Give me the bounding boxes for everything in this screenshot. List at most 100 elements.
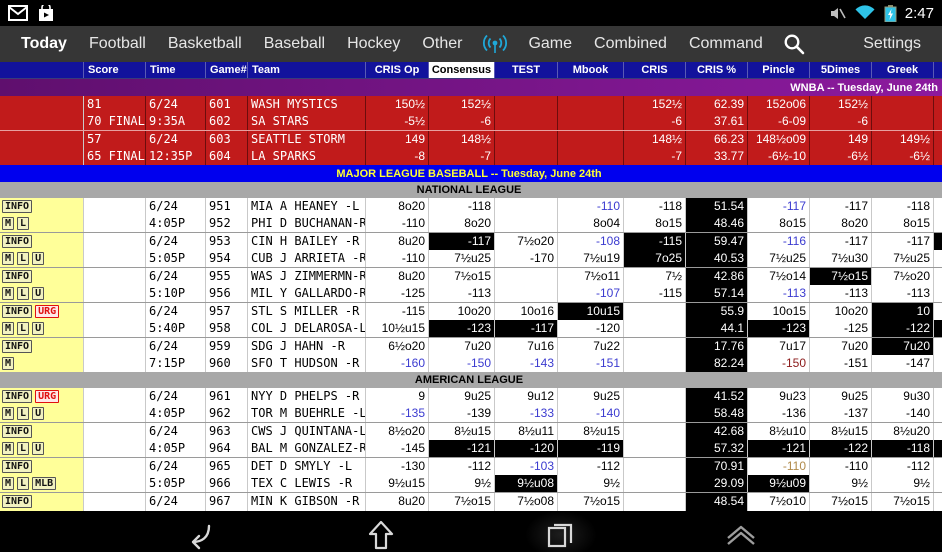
badge-l[interactable]: L	[17, 287, 29, 300]
cell-team[interactable]: SEATTLE STORMLA SPARKS	[248, 131, 366, 165]
badge-u[interactable]: U	[32, 442, 44, 455]
table-row[interactable]: INFOM6/247:15P959960SDG J HAHN -RSFO T H…	[0, 337, 942, 372]
cell-mbook[interactable]: 8½u15-119	[558, 423, 624, 457]
cell-crispct[interactable]: 48.5451.46	[686, 493, 748, 511]
cell-pincle[interactable]: 9u23-136	[748, 388, 810, 422]
cell-greek[interactable]: 149½-6½	[872, 131, 934, 165]
cell-fivedimes[interactable]: 10o20-125	[810, 303, 872, 337]
cell-time[interactable]: 6/244:05P	[146, 423, 206, 457]
cell-greek[interactable]: 7½o20-113	[872, 268, 934, 302]
cell-cris[interactable]: -1157o25	[624, 233, 686, 267]
cell-consensus[interactable]: -1177½u25	[429, 233, 495, 267]
cell-cris[interactable]: 152½-6	[624, 96, 686, 130]
cell-greek[interactable]	[872, 96, 934, 130]
cell-consensus[interactable]: 152½-6	[429, 96, 495, 130]
row-info-cell[interactable]	[0, 131, 84, 165]
table-row[interactable]: INFOML6/244:05P951952MIA A HEANEY -LPHI …	[0, 198, 942, 232]
cell-crispct[interactable]: 66.2333.77	[686, 131, 748, 165]
badge-m[interactable]: M	[2, 357, 14, 370]
cell-pincle[interactable]: -1167½u25	[748, 233, 810, 267]
badge-m[interactable]: M	[2, 477, 14, 490]
cell-crisop[interactable]: 8o20-110	[366, 198, 429, 232]
cell-test[interactable]: 7½o20-170	[495, 233, 558, 267]
cell-mbook[interactable]: 9u25-140	[558, 388, 624, 422]
table-row[interactable]: INFOURGMLU 6/244:05P961962NYY D PHELPS -R…	[0, 388, 942, 422]
cell-time[interactable]: 6/245:05P	[146, 458, 206, 492]
badge-info[interactable]: INFO	[2, 460, 32, 473]
cell-team[interactable]: MIN K GIBSON -RLAA C WILSON -L	[248, 493, 366, 511]
cell-score[interactable]	[84, 268, 146, 302]
search-icon[interactable]	[774, 26, 814, 62]
cell-fivedimes[interactable]: 7u20-151	[810, 338, 872, 372]
cell-time[interactable]: 6/244:05P	[146, 388, 206, 422]
broadcast-icon[interactable]	[473, 26, 517, 62]
table-row[interactable]: INFOMLU6/245:05P953954CIN H BAILEY -RCUB…	[0, 232, 942, 267]
badge-l[interactable]: L	[17, 217, 29, 230]
cell-time[interactable]: 6/2412:35P	[146, 131, 206, 165]
tab-command[interactable]: Command	[678, 26, 774, 62]
row-info-cell[interactable]: INFOMLU	[0, 423, 84, 457]
column-header-cris[interactable]: CRIS	[624, 62, 686, 78]
cell-crispct[interactable]: 41.5258.48	[686, 388, 748, 422]
cell-team[interactable]: NYY D PHELPS -RTOR M BUEHRLE -L	[248, 388, 366, 422]
cell-time[interactable]: 6/244:05P	[146, 198, 206, 232]
cell-grande[interactable]: 9u25-135	[934, 388, 942, 422]
badge-info[interactable]: INFO	[2, 270, 32, 283]
up-icon[interactable]	[346, 511, 416, 552]
cell-greek[interactable]: -1188o15	[872, 198, 934, 232]
badge-m[interactable]: M	[2, 217, 14, 230]
cell-score[interactable]	[84, 388, 146, 422]
cell-time[interactable]: 6/247:15P	[146, 338, 206, 372]
table-row[interactable]: INFOMLU6/245:10P955956WAS J ZIMMERMN-RMI…	[0, 267, 942, 302]
cell-grande[interactable]	[934, 96, 942, 130]
cell-greek[interactable]: 10-122	[872, 303, 934, 337]
cell-game[interactable]: 961962	[206, 388, 248, 422]
cell-consensus[interactable]: -1188o20	[429, 198, 495, 232]
cell-game[interactable]: 957958	[206, 303, 248, 337]
tab-baseball[interactable]: Baseball	[253, 26, 336, 62]
cell-pincle[interactable]: 152o06-6-09	[748, 96, 810, 130]
cell-team[interactable]: CWS J QUINTANA-LBAL M GONZALEZ-R	[248, 423, 366, 457]
cell-crispct[interactable]: 51.5448.46	[686, 198, 748, 232]
badge-m[interactable]: M	[2, 407, 14, 420]
cell-team[interactable]: WAS J ZIMMERMN-RMIL Y GALLARDO-R	[248, 268, 366, 302]
cell-crisop[interactable]: 8½o20-145	[366, 423, 429, 457]
settings-button[interactable]: Settings	[852, 26, 932, 62]
cell-mbook[interactable]	[558, 131, 624, 165]
cell-crispct[interactable]: 55.944.1	[686, 303, 748, 337]
row-info-cell[interactable]: INFOMLU	[0, 233, 84, 267]
cell-consensus[interactable]: 10o20-123	[429, 303, 495, 337]
cell-cris[interactable]: -1188o15	[624, 198, 686, 232]
tab-basketball[interactable]: Basketball	[157, 26, 253, 62]
cell-grande[interactable]: 7½-172	[934, 493, 942, 511]
column-header-pincle[interactable]: Pincle	[748, 62, 810, 78]
cell-mbook[interactable]: -1108o04	[558, 198, 624, 232]
cell-fivedimes[interactable]: 8½u15-122	[810, 423, 872, 457]
row-info-cell[interactable]	[0, 96, 84, 130]
cell-time[interactable]: 6/249:35A	[146, 96, 206, 130]
column-header-mbook[interactable]: Mbook	[558, 62, 624, 78]
cell-crispct[interactable]: 70.9129.09	[686, 458, 748, 492]
badge-l[interactable]: L	[17, 407, 29, 420]
row-info-cell[interactable]: INFOURGMLU	[0, 388, 84, 422]
cell-game[interactable]: 963964	[206, 423, 248, 457]
cell-time[interactable]: 6/247:05P	[146, 493, 206, 511]
badge-u[interactable]: U	[32, 322, 44, 335]
cell-consensus[interactable]: 7½o15-176	[429, 493, 495, 511]
row-info-cell[interactable]: INFOM	[0, 338, 84, 372]
badge-m[interactable]: M	[2, 287, 14, 300]
cell-crisop[interactable]: 9-135	[366, 388, 429, 422]
cell-mbook[interactable]: -1087½u19	[558, 233, 624, 267]
column-header-time[interactable]: Time	[146, 62, 206, 78]
badge-m[interactable]: M	[2, 442, 14, 455]
cell-team[interactable]: CIN H BAILEY -RCUB J ARRIETA -R	[248, 233, 366, 267]
cell-pincle[interactable]: 8½u10-121	[748, 423, 810, 457]
cell-pincle[interactable]: 7u17-150	[748, 338, 810, 372]
cell-crisop[interactable]: 8u20-185	[366, 493, 429, 511]
cell-grande[interactable]: -1168o20	[934, 198, 942, 232]
badge-mlb[interactable]: MLB	[32, 477, 56, 490]
cell-mbook[interactable]: 10u15-120	[558, 303, 624, 337]
badge-m[interactable]: M	[2, 252, 14, 265]
badge-info[interactable]: INFO	[2, 495, 32, 508]
cell-score[interactable]	[84, 338, 146, 372]
